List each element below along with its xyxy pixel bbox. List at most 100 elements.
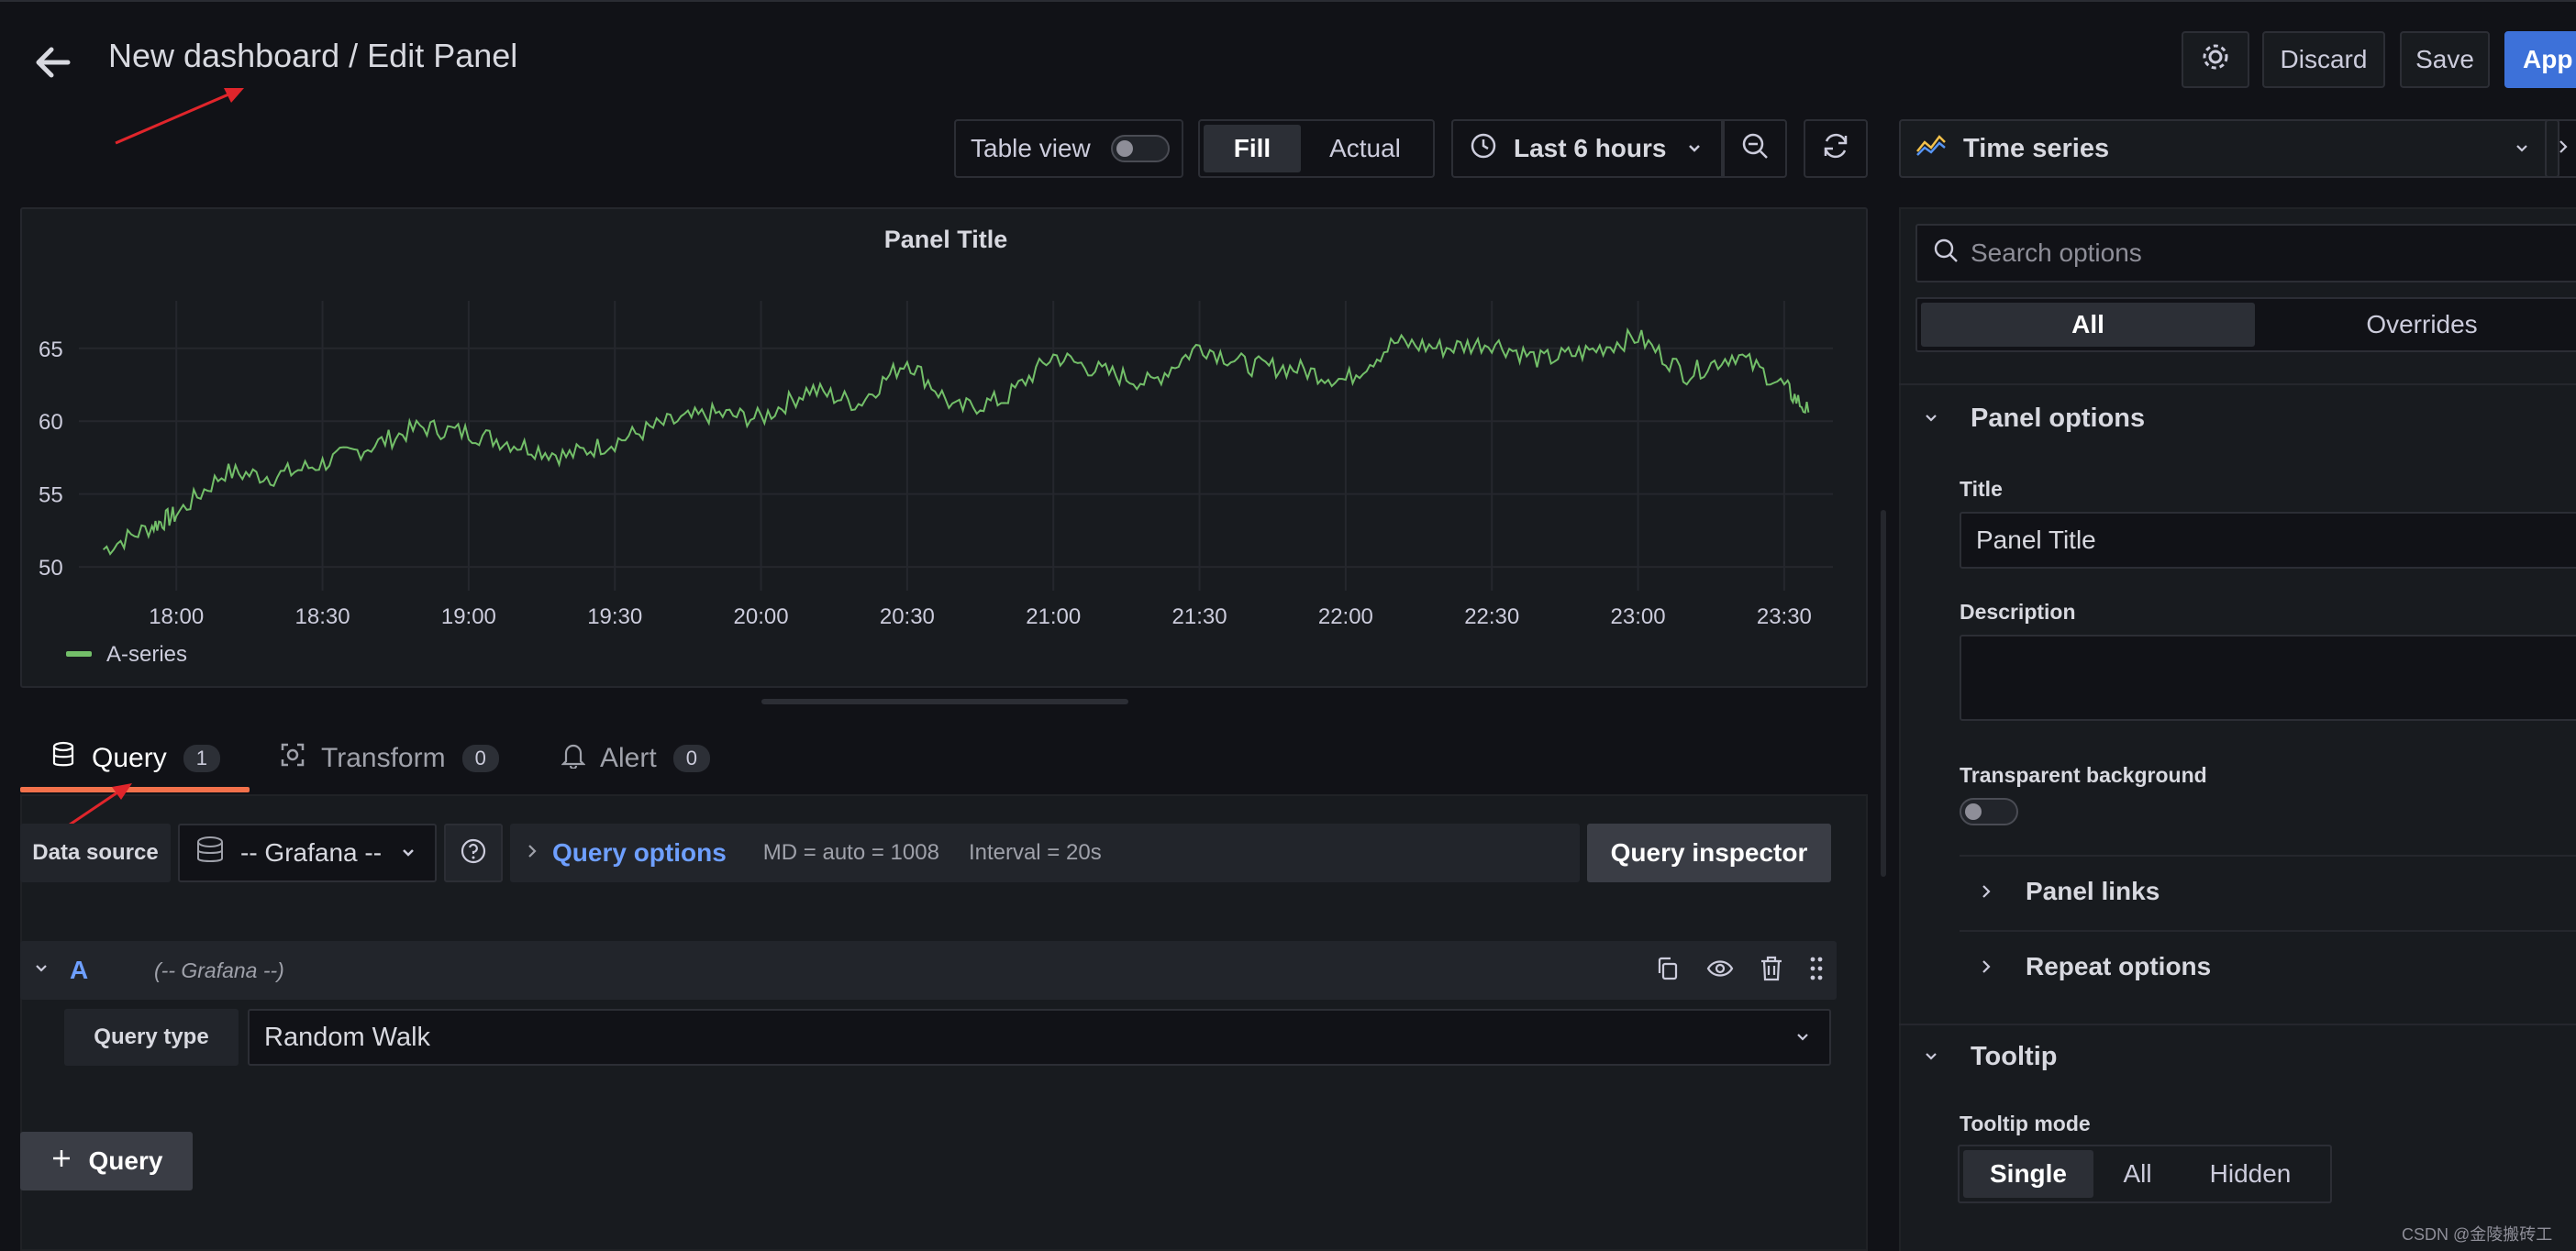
tooltip-mode-single[interactable]: Single <box>1963 1150 2093 1198</box>
question-circle-icon <box>460 837 487 869</box>
tooltip-mode-label: Tooltip mode <box>1960 1112 2091 1135</box>
top-border <box>0 0 2576 2</box>
scrollbar[interactable] <box>1881 510 1886 877</box>
x-tick-label: 18:00 <box>149 604 204 629</box>
discard-button[interactable]: Discard <box>2262 31 2385 88</box>
database-icon <box>51 741 75 776</box>
refresh-icon <box>1820 130 1851 168</box>
divider <box>1960 930 2576 932</box>
tab-alert-count: 0 <box>672 745 710 772</box>
panel-options-title: Panel options <box>1971 404 2146 433</box>
divider <box>1899 383 2576 385</box>
table-view-label: Table view <box>971 134 1091 162</box>
repeat-options-header[interactable]: Repeat options <box>1980 952 2211 981</box>
table-view-switch[interactable] <box>1110 135 1170 162</box>
x-tick-label: 22:00 <box>1318 604 1373 629</box>
title-field-label: Title <box>1960 477 2003 501</box>
transparent-bg-switch[interactable] <box>1960 798 2018 825</box>
visualization-picker[interactable]: Time series <box>1899 119 2559 178</box>
query-type-select[interactable]: Random Walk <box>248 1009 1831 1066</box>
chevron-right-icon <box>1980 952 1993 981</box>
y-tick-label: 50 <box>39 556 63 581</box>
gear-icon <box>2200 41 2231 79</box>
panel-options-header[interactable]: Panel options <box>1923 404 2145 434</box>
query-type-value: Random Walk <box>264 1022 431 1052</box>
add-query-label: Query <box>88 1146 163 1175</box>
bell-icon <box>561 741 586 776</box>
search-options-input[interactable]: Search options <box>1915 224 2576 282</box>
chevron-down-icon <box>2514 134 2530 164</box>
tab-query-label: Query <box>92 743 167 773</box>
trash-icon[interactable] <box>1760 955 1783 987</box>
query-options-bar[interactable]: Query options MD = auto = 1008 Interval … <box>510 824 1580 882</box>
table-view-toggle[interactable]: Table view <box>954 119 1183 178</box>
data-source-select[interactable]: -- Grafana -- <box>178 824 437 882</box>
divider <box>1960 855 2576 857</box>
chevron-down-icon[interactable] <box>33 960 50 981</box>
tooltip-mode-all[interactable]: All <box>2093 1150 2182 1198</box>
panel-links-title: Panel links <box>2026 877 2160 905</box>
time-range-picker[interactable]: Last 6 hours <box>1451 119 1723 178</box>
eye-icon[interactable] <box>1706 956 1734 986</box>
add-query-button[interactable]: Query <box>20 1132 193 1190</box>
legend-label[interactable]: A-series <box>106 642 187 668</box>
x-tick-label: 22:30 <box>1464 604 1519 629</box>
tab-alert[interactable]: Alert 0 <box>561 741 710 776</box>
y-tick-label: 55 <box>39 483 63 508</box>
data-source-value: -- Grafana -- <box>240 838 383 867</box>
tab-transform[interactable]: Transform 0 <box>279 741 499 776</box>
description-textarea[interactable] <box>1960 635 2576 721</box>
query-row-datasource: (-- Grafana --) <box>154 958 284 982</box>
tooltip-mode-hidden[interactable]: Hidden <box>2182 1150 2319 1198</box>
query-inspector-button[interactable]: Query inspector <box>1587 824 1831 882</box>
legend-swatch <box>66 651 92 657</box>
query-row-header[interactable]: A (-- Grafana --) <box>20 941 1837 1000</box>
query-type-label: Query type <box>64 1009 239 1066</box>
page-title: New dashboard / Edit Panel <box>108 37 518 74</box>
tab-transform-count: 0 <box>461 745 499 772</box>
fill-actual-switch: Fill Actual <box>1198 119 1435 178</box>
drag-handle-icon[interactable] <box>1809 955 1824 987</box>
collapse-pane-button[interactable] <box>2545 119 2576 178</box>
zoom-out-button[interactable] <box>1723 119 1787 178</box>
series-line-a <box>102 327 1810 556</box>
chevron-down-icon <box>1923 404 1939 434</box>
tooltip-mode-group: Single All Hidden <box>1958 1145 2332 1203</box>
copy-icon[interactable] <box>1655 956 1681 986</box>
refresh-button[interactable] <box>1804 119 1868 178</box>
x-tick-label: 23:30 <box>1757 604 1812 629</box>
chevron-down-icon <box>400 838 416 868</box>
splitter-handle[interactable] <box>761 699 1128 704</box>
repeat-options-title: Repeat options <box>2026 952 2212 980</box>
annotation-arrow <box>115 88 244 145</box>
visualization-label: Time series <box>1963 133 2110 163</box>
panel-links-header[interactable]: Panel links <box>1980 877 2160 906</box>
tab-transform-label: Transform <box>321 743 446 773</box>
y-tick-label: 60 <box>39 410 63 435</box>
data-source-label: Data source <box>20 824 171 882</box>
x-tick-label: 19:00 <box>441 604 496 629</box>
tooltip-header[interactable]: Tooltip <box>1923 1042 2057 1072</box>
back-arrow-icon[interactable] <box>31 40 75 84</box>
actual-button[interactable]: Actual <box>1301 125 1429 172</box>
chevron-right-icon <box>525 840 539 866</box>
description-field-label: Description <box>1960 600 2076 624</box>
title-input[interactable]: Panel Title <box>1960 512 2576 569</box>
tooltip-title: Tooltip <box>1971 1042 2058 1071</box>
time-series-chart: 50 55 60 65 18:00 18:30 19:00 19:30 20:00 20:30 21… <box>39 301 1833 629</box>
fill-button[interactable]: Fill <box>1204 125 1301 172</box>
tab-overrides[interactable]: Overrides <box>2255 303 2576 347</box>
database-icon <box>194 835 226 872</box>
settings-button[interactable] <box>2182 31 2249 88</box>
transparent-bg-label: Transparent background <box>1960 763 2207 787</box>
x-tick-label: 20:30 <box>880 604 935 629</box>
query-options-label: Query options <box>552 838 727 867</box>
apply-button[interactable]: Apply <box>2504 31 2576 88</box>
tab-all[interactable]: All <box>1921 303 2255 347</box>
query-letter[interactable]: A <box>70 956 154 985</box>
save-button[interactable]: Save <box>2400 31 2490 88</box>
md-text: MD = auto = 1008 <box>762 840 939 865</box>
tab-query[interactable]: Query 1 <box>51 741 220 776</box>
help-button[interactable] <box>444 824 503 882</box>
watermark: CSDN @金陵搬砖工 <box>2402 1225 2553 1244</box>
